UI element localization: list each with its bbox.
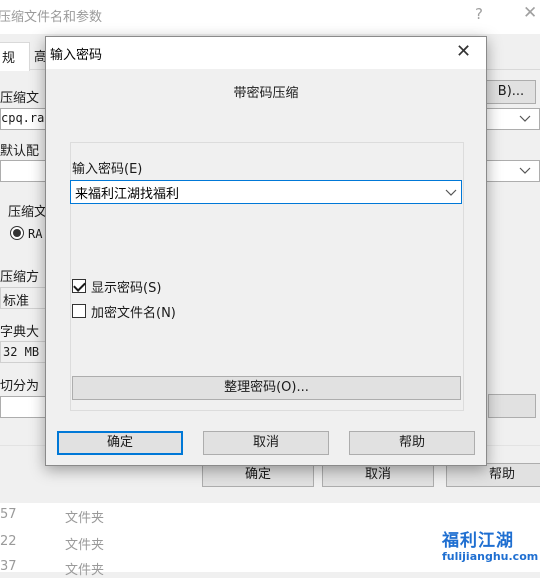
- help-button[interactable]: 帮助: [349, 431, 475, 455]
- format-radio-label: RA: [28, 227, 43, 241]
- method-label: 压缩方: [0, 270, 40, 285]
- method-value: 标准: [3, 294, 30, 309]
- parent-right-button[interactable]: [488, 394, 536, 418]
- browse-button[interactable]: B)...: [486, 80, 536, 104]
- list-item-size: 22: [0, 534, 17, 549]
- parent-window-title: 压缩文件名和参数: [0, 10, 103, 25]
- parent-help-button[interactable]: ?: [475, 5, 483, 23]
- chevron-down-icon: [519, 167, 531, 174]
- list-item-size: 57: [0, 507, 17, 522]
- password-input-value: 来福利江湖找福利: [75, 187, 180, 202]
- parent-close-button[interactable]: ✕: [523, 3, 537, 23]
- list-item-type: 文件夹: [65, 511, 105, 526]
- cancel-button[interactable]: 取消: [203, 431, 329, 455]
- password-input[interactable]: 来福利江湖找福利: [70, 180, 462, 204]
- parent-cancel-button[interactable]: 取消: [322, 463, 434, 487]
- dialog-heading: 带密码压缩: [233, 86, 299, 101]
- parent-help-label: 帮助: [488, 467, 515, 482]
- organize-passwords-button[interactable]: 整理密码(O)...: [72, 376, 461, 400]
- chevron-down-icon[interactable]: [443, 183, 459, 201]
- help-button-label: 帮助: [398, 435, 425, 450]
- archive-name-value: cpq.ra: [1, 111, 45, 125]
- dictionary-dropdown[interactable]: 32 MB: [0, 341, 46, 363]
- parent-ok-button[interactable]: 确定: [202, 463, 314, 487]
- ok-button[interactable]: 确定: [57, 431, 183, 455]
- parent-help-action-button[interactable]: 帮助: [446, 463, 540, 487]
- dialog-title: 输入密码: [50, 48, 103, 63]
- list-item-type: 文件夹: [65, 538, 105, 553]
- show-password-label: 显示密码(S): [91, 281, 162, 296]
- encrypt-filenames-checkbox[interactable]: [72, 304, 86, 318]
- cancel-button-label: 取消: [252, 435, 279, 450]
- default-profile-label: 默认配: [0, 144, 40, 159]
- watermark-domain: fulijianghu.com: [442, 550, 539, 563]
- archive-name-label: 压缩文: [0, 91, 40, 106]
- format-radio-rar[interactable]: [10, 226, 24, 240]
- organize-passwords-label: 整理密码(O)...: [224, 380, 309, 395]
- method-dropdown[interactable]: 标准: [0, 287, 46, 309]
- watermark-brand: 福利江湖: [442, 531, 514, 551]
- dictionary-label: 字典大: [0, 325, 40, 340]
- password-label: 输入密码(E): [72, 162, 143, 177]
- list-item-type: 文件夹: [65, 563, 105, 578]
- dictionary-value: 32 MB: [3, 345, 40, 359]
- parent-cancel-label: 取消: [364, 467, 391, 482]
- encrypt-filenames-label: 加密文件名(N): [91, 306, 176, 321]
- tab-general[interactable]: 规: [0, 42, 30, 71]
- show-password-checkbox[interactable]: [72, 279, 86, 293]
- dialog-titlebar: [46, 37, 486, 69]
- split-label: 切分为: [0, 379, 40, 394]
- split-field[interactable]: [0, 396, 46, 418]
- browse-button-label: B)...: [497, 84, 525, 99]
- parent-ok-label: 确定: [244, 467, 271, 482]
- format-label: 压缩文: [8, 205, 48, 220]
- password-dialog: 输入密码 ✕ 带密码压缩 输入密码(E) 来福利江湖找福利 显示密码(S) 加密…: [45, 36, 487, 466]
- ok-button-label: 确定: [106, 435, 133, 450]
- dialog-close-button[interactable]: ✕: [456, 41, 471, 62]
- chevron-down-icon: [519, 115, 531, 122]
